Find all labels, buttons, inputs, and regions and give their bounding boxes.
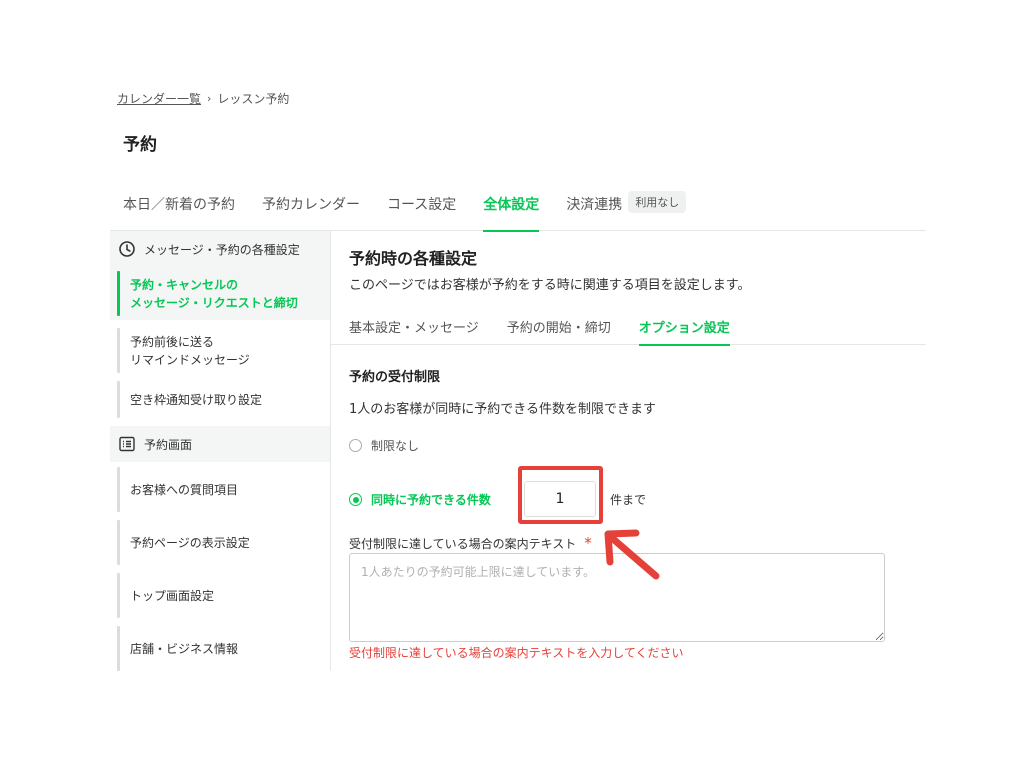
sidebar-item-customer-questions[interactable]: お客様への質問項目 bbox=[110, 463, 330, 516]
subtab-basic-settings-messages[interactable]: 基本設定・メッセージ bbox=[349, 311, 479, 345]
sub-tabs: 基本設定・メッセージ 予約の開始・締切 オプション設定 bbox=[331, 311, 926, 346]
section-title-reception-limit: 予約の受付制限 bbox=[349, 370, 441, 385]
main-content: 予約時の各種設定 このページではお客様が予約をする時に関連する項目を設定します。… bbox=[331, 231, 926, 671]
sidebar-section-label: 予約画面 bbox=[144, 437, 193, 452]
sidebar-item-top-screen-settings[interactable]: トップ画面設定 bbox=[110, 569, 330, 622]
sidebar-item-label-line2: リマインドメッセージ bbox=[130, 352, 250, 367]
section-description: 1人のお客様が同時に予約できる件数を制限できます bbox=[349, 402, 657, 417]
breadcrumb: カレンダー一覧 › レッスン予約 bbox=[117, 90, 289, 107]
field-label-text: 受付制限に達している場合の案内テキスト bbox=[349, 536, 577, 551]
radio-label: 制限なし bbox=[371, 439, 420, 453]
list-icon bbox=[119, 436, 135, 452]
clock-icon bbox=[119, 241, 135, 257]
radio-button-checked[interactable] bbox=[349, 493, 362, 506]
breadcrumb-separator: › bbox=[207, 92, 212, 105]
sidebar-item-reservation-page-display[interactable]: 予約ページの表示設定 bbox=[110, 516, 330, 569]
sidebar-section-message-settings: メッセージ・予約の各種設定 bbox=[110, 231, 330, 267]
content-title: 予約時の各種設定 bbox=[349, 249, 478, 268]
sidebar-item-label: 空き枠通知受け取り設定 bbox=[130, 392, 263, 407]
radio-label: 同時に予約できる件数 bbox=[371, 493, 491, 507]
top-tabs: 本日／新着の予約 予約カレンダー コース設定 全体設定 決済連携 利用なし bbox=[110, 183, 926, 232]
sidebar-item-label-line1: 予約前後に送る bbox=[130, 334, 215, 349]
sidebar-item-reservation-cancel-messages[interactable]: 予約・キャンセルの メッセージ・リクエストと締切 bbox=[110, 267, 330, 320]
sidebar-item-label: お客様への質問項目 bbox=[130, 482, 239, 497]
limit-unit-label: 件まで bbox=[610, 493, 647, 507]
sidebar-section-label: メッセージ・予約の各種設定 bbox=[144, 242, 300, 257]
sidebar-item-label: トップ画面設定 bbox=[130, 588, 215, 603]
sidebar-item-label: 店舗・ビジネス情報 bbox=[130, 641, 239, 656]
error-message: 受付制限に達している場合の案内テキストを入力してください bbox=[349, 646, 684, 660]
sidebar-item-label: 予約ページの表示設定 bbox=[130, 535, 250, 550]
radio-button[interactable] bbox=[349, 439, 362, 452]
sidebar-item-vacancy-notification[interactable]: 空き枠通知受け取り設定 bbox=[110, 377, 330, 422]
sidebar-item-store-business-info[interactable]: 店舗・ビジネス情報 bbox=[110, 622, 330, 675]
sidebar-item-label-line2: メッセージ・リクエストと締切 bbox=[130, 295, 298, 310]
tab-today-new-reservations[interactable]: 本日／新着の予約 bbox=[123, 183, 235, 231]
tab-course-settings[interactable]: コース設定 bbox=[387, 183, 456, 231]
payment-status-badge: 利用なし bbox=[628, 191, 687, 213]
sidebar-item-label-line1: 予約・キャンセルの bbox=[130, 277, 239, 292]
breadcrumb-calendar-list-link[interactable]: カレンダー一覧 bbox=[117, 90, 201, 107]
radio-limit-count[interactable]: 同時に予約できる件数 bbox=[349, 491, 491, 508]
guidance-text-label: 受付制限に達している場合の案内テキスト * bbox=[349, 534, 592, 552]
annotation-arrow-icon bbox=[604, 529, 660, 580]
subtab-reservation-start-deadline[interactable]: 予約の開始・締切 bbox=[507, 311, 611, 345]
radio-no-limit[interactable]: 制限なし bbox=[349, 437, 419, 454]
tab-reservation-calendar[interactable]: 予約カレンダー bbox=[262, 183, 360, 231]
sidebar-section-reservation-screen: 予約画面 bbox=[110, 426, 330, 462]
sidebar-item-remind-messages[interactable]: 予約前後に送る リマインドメッセージ bbox=[110, 324, 330, 377]
highlight-box bbox=[518, 466, 603, 524]
sidebar: メッセージ・予約の各種設定 予約・キャンセルの メッセージ・リクエストと締切 予… bbox=[110, 231, 331, 671]
content-description: このページではお客様が予約をする時に関連する項目を設定します。 bbox=[349, 278, 751, 293]
breadcrumb-current: レッスン予約 bbox=[217, 92, 290, 106]
tab-general-settings[interactable]: 全体設定 bbox=[483, 183, 540, 232]
tab-payment-integration[interactable]: 決済連携 bbox=[566, 183, 622, 231]
page-title: 予約 bbox=[123, 135, 157, 155]
subtab-option-settings[interactable]: オプション設定 bbox=[638, 311, 730, 346]
